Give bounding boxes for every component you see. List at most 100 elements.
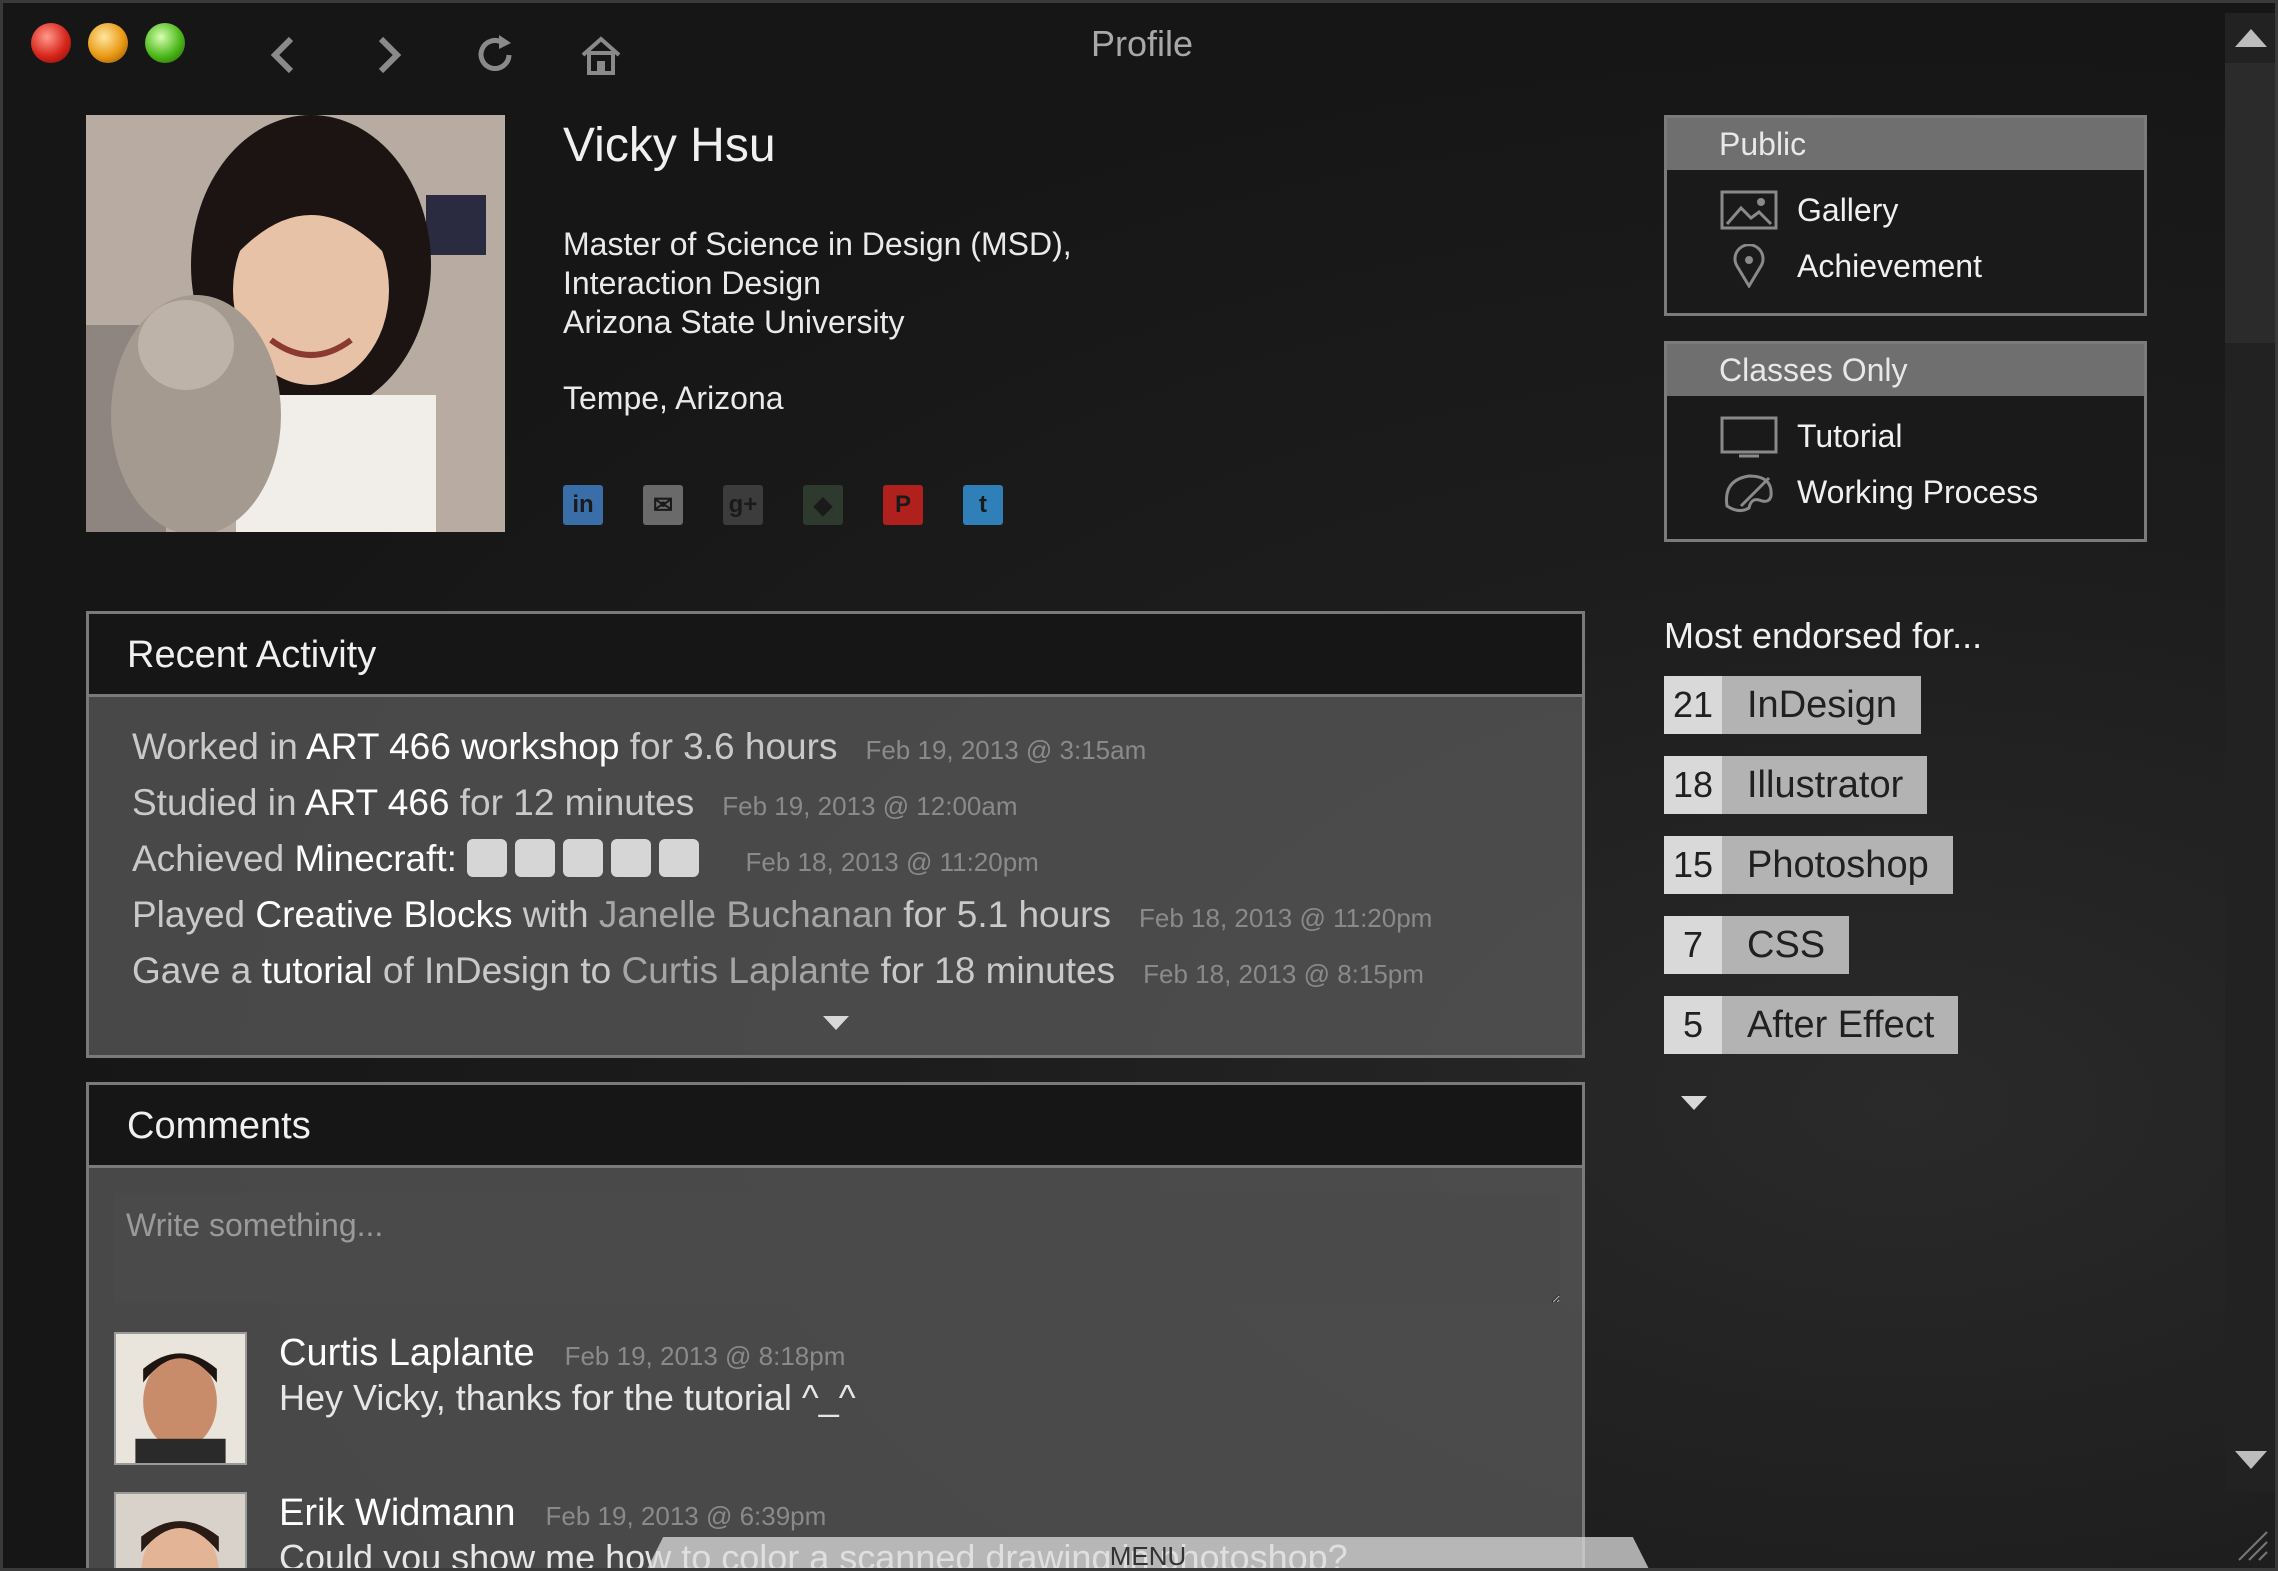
comment-timestamp: Feb 19, 2013 @ 6:39pm (545, 1501, 827, 1531)
pinterest-icon[interactable]: P (883, 485, 923, 525)
comment-text: Hey Vicky, thanks for the tutorial ^_^ (279, 1377, 856, 1418)
app-window: Profile Vicky Hsu Master of Science in D… (0, 0, 2278, 1571)
activity-timestamp: Feb 18, 2013 @ 11:20pm (745, 847, 1039, 877)
activity-item: Studied in ART 466 for 12 minutes Feb 19,… (132, 782, 1018, 824)
classes-section-title: Classes Only (1667, 344, 2144, 396)
activity-text: for 12 minutes (449, 782, 695, 823)
monitor-icon (1719, 414, 1779, 458)
activity-highlight[interactable]: Creative Blocks (255, 894, 512, 935)
social-links: in ✉ g+ ◆ Pt (563, 485, 1003, 525)
endorsement-count: 5 (1664, 996, 1722, 1054)
face-badge-icon[interactable] (659, 839, 700, 877)
activity-text: for 18 minutes (870, 950, 1116, 991)
sidebar-item-gallery[interactable]: Gallery (1667, 182, 2144, 238)
activity-text: Achieved (132, 838, 295, 879)
sidebar-item-achievement[interactable]: Achievement (1667, 238, 2144, 294)
twitter-icon[interactable]: t (963, 485, 1003, 525)
endorsement-item[interactable]: 18 Illustrator (1664, 756, 1928, 814)
public-section-title: Public (1667, 118, 2144, 170)
activity-item: Achieved Minecraft: Feb 18, 2013 @ 11:20… (132, 838, 1039, 880)
endorsement-skill: Illustrator (1747, 763, 1904, 806)
checkmark-badge-icon[interactable] (467, 839, 508, 877)
endorsement-item[interactable]: 21 InDesign (1664, 676, 1921, 734)
anchor-badge-icon[interactable] (611, 839, 652, 877)
comments-panel: Comments Curtis Laplante Feb 19, 2013 @ 8… (86, 1082, 1585, 1568)
activity-text: with (512, 894, 599, 935)
public-section: Public Gallery Achievement (1664, 115, 2147, 316)
sidebar-item-working-process[interactable]: Working Process (1667, 464, 2144, 520)
bio-line: Arizona State University (563, 304, 905, 340)
email-icon[interactable]: ✉ (643, 485, 683, 525)
activity-person-link[interactable]: Janelle Buchanan (599, 894, 893, 935)
sidebar-item-label: Gallery (1797, 191, 1899, 228)
activity-person-link[interactable]: Curtis Laplante (622, 950, 871, 991)
activity-item: Worked in ART 466 workshop for 3.6 hours… (132, 726, 1146, 768)
activity-highlight[interactable]: tutorial (262, 950, 373, 991)
endorsements-more-arrow-icon[interactable] (1681, 1096, 1707, 1110)
endorsement-item[interactable]: 5 After Effect (1664, 996, 1959, 1054)
endorsement-item[interactable]: 7 CSS (1664, 916, 1850, 974)
profile-location: Tempe, Arizona (563, 380, 784, 416)
chat-badge-icon[interactable] (563, 839, 604, 877)
activity-text: for 3.6 hours (619, 726, 838, 767)
linkedin-icon[interactable]: in (563, 485, 603, 525)
endorsement-skill: After Effect (1747, 1003, 1935, 1046)
endorsement-count: 21 (1664, 676, 1722, 734)
scroll-up-arrow-icon[interactable] (2235, 29, 2267, 47)
endorsement-item[interactable]: 15 Photoshop (1664, 836, 1953, 894)
endorsement-skill: CSS (1747, 923, 1826, 966)
resize-grip-icon[interactable] (2235, 1528, 2269, 1562)
image-icon (1719, 188, 1779, 232)
comments-title: Comments (89, 1085, 1582, 1168)
activity-text: Gave a (132, 950, 262, 991)
comment-author: Curtis Laplante Feb 19, 2013 @ 8:18pm (279, 1332, 845, 1375)
activity-highlight[interactable]: Minecraft: (295, 838, 457, 879)
activity-timestamp: Feb 18, 2013 @ 8:15pm (1143, 959, 1424, 989)
activity-text: Worked in (132, 726, 307, 767)
profile-name: Vicky Hsu (563, 119, 776, 172)
scroll-down-arrow-icon[interactable] (2235, 1451, 2267, 1469)
comment-author: Erik Widmann Feb 19, 2013 @ 6:39pm (279, 1492, 826, 1535)
activity-item: Gave a tutorial of InDesign to Curtis La… (132, 950, 1424, 992)
sidebar-item-label: Working Process (1797, 473, 2039, 510)
puzzle-badge-icon[interactable] (515, 839, 556, 877)
bio-line: Interaction Design (563, 265, 821, 301)
activity-text: Played (132, 894, 256, 935)
palette-icon (1719, 470, 1779, 514)
activity-text: for 5.1 hours (893, 894, 1112, 935)
avatar[interactable] (114, 1332, 247, 1465)
comment-author-name[interactable]: Curtis Laplante (279, 1332, 535, 1374)
window-title: Profile (1090, 23, 1194, 64)
comment-timestamp: Feb 19, 2013 @ 8:18pm (564, 1341, 846, 1371)
bio-line: Master of Science in Design (MSD), (563, 226, 1072, 262)
classes-only-section: Classes Only Tutorial Working Process (1664, 341, 2147, 542)
google-plus-icon[interactable]: g+ (723, 485, 763, 525)
activity-text: Studied in (132, 782, 305, 823)
endorsement-count: 15 (1664, 836, 1722, 894)
slideshare-icon[interactable]: ◆ (803, 485, 843, 525)
sidebar-item-label: Achievement (1797, 247, 1982, 284)
activity-timestamp: Feb 18, 2013 @ 11:20pm (1139, 903, 1433, 933)
activity-timestamp: Feb 19, 2013 @ 3:15am (865, 735, 1147, 765)
profile-photo-image (86, 115, 505, 532)
sidebar-item-label: Tutorial (1797, 417, 1903, 454)
activity-more-arrow-icon[interactable] (823, 1016, 849, 1030)
endorsement-count: 18 (1664, 756, 1722, 814)
menu-tab[interactable]: MENU (643, 1537, 1653, 1568)
endorsement-count: 7 (1664, 916, 1722, 974)
comment-input[interactable] (114, 1193, 1560, 1303)
avatar[interactable] (114, 1492, 247, 1568)
sidebar-item-tutorial[interactable]: Tutorial (1667, 408, 2144, 464)
endorsement-skill: Photoshop (1747, 843, 1929, 886)
profile-bio: Master of Science in Design (MSD), Inter… (563, 225, 1072, 342)
endorsement-skill: InDesign (1747, 683, 1897, 726)
activity-timestamp: Feb 19, 2013 @ 12:00am (722, 791, 1018, 821)
activity-highlight[interactable]: ART 466 (305, 782, 450, 823)
comment-author-name[interactable]: Erik Widmann (279, 1492, 516, 1534)
scrollbar-thumb[interactable] (2225, 63, 2275, 343)
activity-highlight[interactable]: ART 466 workshop (306, 726, 619, 767)
recent-activity-title: Recent Activity (89, 614, 1582, 697)
location-pin-icon (1719, 244, 1779, 288)
activity-text: of InDesign to (372, 950, 622, 991)
recent-activity-panel: Recent Activity Worked in ART 466 worksh… (86, 611, 1585, 1058)
